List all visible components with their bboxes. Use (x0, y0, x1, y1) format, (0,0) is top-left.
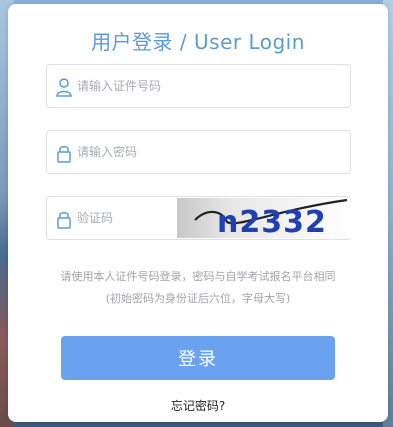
forgot-password-link[interactable]: 忘记密码? (8, 397, 388, 414)
captcha-text: n2332 (217, 205, 327, 238)
captcha-field[interactable]: n2332 (46, 196, 351, 240)
captcha-image[interactable]: n2332 (177, 198, 351, 238)
captcha-input[interactable] (77, 197, 172, 239)
id-number-field[interactable] (46, 64, 351, 108)
password-field[interactable] (46, 130, 351, 174)
login-title: 用户登录 / User Login (91, 30, 305, 54)
lock-icon (55, 143, 73, 163)
login-notice: 请使用本人证件号码登录，密码与自学考试报名平台相同 (初始密码为身份证后六位，字… (8, 266, 388, 310)
login-button[interactable]: 登录 (61, 336, 335, 380)
notice-line-1: 请使用本人证件号码登录，密码与自学考试报名平台相同 (60, 270, 336, 283)
login-card: 用户登录 / User Login 请输入证件号码 验证码 n2332 请使用本… (8, 4, 388, 422)
user-icon (55, 77, 73, 97)
password-input[interactable] (77, 131, 337, 173)
lock-icon (55, 209, 73, 229)
id-number-input[interactable] (77, 65, 337, 107)
notice-line-2: (初始密码为身份证后六位，字母大写) (105, 292, 291, 305)
